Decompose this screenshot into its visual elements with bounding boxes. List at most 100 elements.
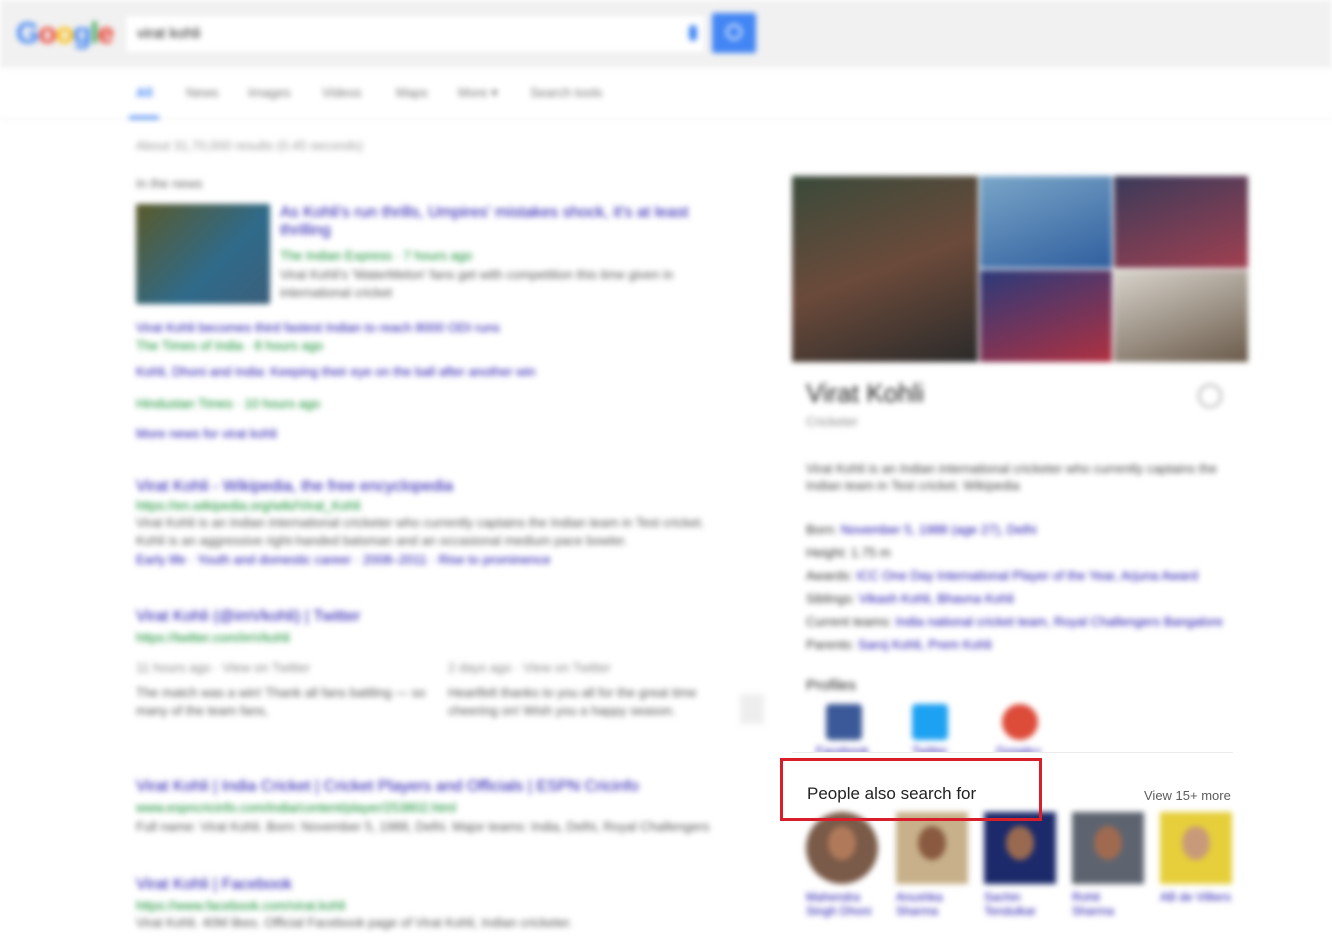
fact-row: Awards: ICC One Day International Player…: [806, 564, 1223, 587]
fact-key: Height:: [806, 545, 848, 560]
wiki-snippet: Virat Kohli is an Indian international c…: [136, 515, 705, 548]
logo-letter: o: [55, 17, 74, 50]
photo-thumb[interactable]: [1114, 270, 1248, 362]
photo-thumb[interactable]: [980, 270, 1112, 362]
tab-videos[interactable]: Videos: [322, 85, 362, 100]
search-header: Google virat kohli: [0, 0, 1332, 67]
twitter-icon[interactable]: [912, 704, 948, 740]
carousel-next-arrow[interactable]: [740, 694, 764, 724]
fact-value[interactable]: ICC One Day International Player of the …: [856, 568, 1198, 583]
news3-title-link[interactable]: Kohli, Dhoni and India: Keeping their ey…: [136, 364, 736, 379]
avatar: [1006, 826, 1034, 860]
search-query: virat kohli: [137, 25, 201, 42]
logo-letter: g: [73, 17, 91, 50]
fact-value[interactable]: November 5, 1988 (age 27), Delhi: [841, 522, 1037, 537]
avatar: [918, 826, 946, 860]
fact-key: Current teams:: [806, 614, 892, 629]
share-icon[interactable]: [1198, 384, 1222, 408]
wiki-title-link[interactable]: Virat Kohli - Wikipedia, the free encycl…: [136, 478, 453, 496]
tab-search-tools[interactable]: Search tools: [530, 85, 602, 100]
news2-title-link[interactable]: Virat Kohli becomes third fastest Indian…: [136, 320, 736, 335]
fact-value[interactable]: Saroj Kohli, Prem Kohli: [858, 637, 992, 652]
logo-letter: l: [90, 17, 98, 50]
avatar: [828, 826, 856, 860]
fact-key: Awards:: [806, 568, 853, 583]
fact-value[interactable]: India national cricket team, Royal Chall…: [896, 614, 1223, 629]
kp-description: Virat Kohli is an Indian international c…: [806, 461, 1217, 493]
fact-row: Current teams: India national cricket te…: [806, 610, 1223, 633]
tab-news[interactable]: News: [186, 85, 219, 100]
google-logo[interactable]: Google: [16, 17, 115, 51]
fact-value: 1.75 m: [850, 545, 891, 560]
news-thumbnail[interactable]: [136, 204, 270, 304]
person-avatar[interactable]: [896, 812, 968, 884]
kp-facts: Born: November 5, 1988 (age 27), Delhi H…: [806, 518, 1223, 656]
tab-images[interactable]: Images: [248, 85, 291, 100]
fact-value[interactable]: Vikash Kohli, Bhavna Kohli: [859, 591, 1014, 606]
person-avatar[interactable]: [1160, 812, 1232, 884]
kp-title: Virat Kohli: [806, 378, 925, 408]
person-avatar[interactable]: [806, 812, 878, 884]
profiles-heading: Profiles: [806, 677, 857, 694]
fact-row: Siblings: Vikash Kohli, Bhavna Kohli: [806, 587, 1223, 610]
avatar: [1094, 826, 1122, 860]
more-news-link[interactable]: More news for virat kohli: [136, 426, 277, 441]
fact-key: Parents:: [806, 637, 855, 652]
logo-letter: o: [38, 17, 56, 50]
news-snippet: Virat Kohli's 'WaterMelon' fans get with…: [280, 267, 674, 300]
logo-letter: e: [97, 17, 115, 50]
tab-maps[interactable]: Maps: [396, 85, 428, 100]
fb-title-link[interactable]: Virat Kohli | Facebook: [136, 876, 292, 894]
person-name[interactable]: Anushka Sharma: [896, 890, 968, 918]
search-input[interactable]: virat kohli: [124, 14, 706, 54]
person-name[interactable]: Rohit Sharma: [1072, 890, 1144, 918]
fact-row: Parents: Saroj Kohli, Prem Kohli: [806, 633, 1223, 656]
fact-row: Born: November 5, 1988 (age 27), Delhi: [806, 518, 1223, 541]
news-title-link[interactable]: As Kohli's run thrills, Umpires' mistake…: [280, 204, 720, 240]
person-name[interactable]: Sachin Tendulkar: [984, 890, 1056, 918]
search-tabs: All News Images Videos Maps More ▾ Searc…: [0, 67, 1332, 120]
search-icon: [726, 24, 742, 40]
wiki-url: https://en.wikipedia.org/wiki/Virat_Kohl…: [136, 498, 361, 513]
tab-more[interactable]: More ▾: [458, 85, 498, 101]
kp-subtitle: Cricketer: [806, 414, 859, 429]
section-divider: [792, 752, 1233, 753]
news-source: The Indian Express · 7 hours ago: [280, 248, 473, 263]
fact-key: Born:: [806, 522, 838, 537]
photo-thumb[interactable]: [980, 176, 1112, 268]
wiki-sitelinks[interactable]: Early life · Youth and domestic career ·…: [136, 552, 551, 567]
twitter-title-link[interactable]: Virat Kohli (@imVkohli) | Twitter: [136, 608, 360, 626]
twitter-url: https://twitter.com/imVkohli: [136, 630, 290, 645]
tweet2-time: 2 days ago · View on Twitter: [448, 660, 611, 675]
news2-source: The Times of India · 8 hours ago: [136, 338, 324, 353]
tweet1-text: The match was a win! Thank all fans batt…: [136, 685, 426, 718]
espn-snippet: Full name: Virat Kohli. Born: November 5…: [136, 819, 710, 834]
tweet2-text: Heartfelt thanks to you all for the grea…: [448, 685, 697, 718]
view-more-link[interactable]: View 15+ more: [1144, 788, 1231, 803]
tweet1-time: 11 hours ago · View on Twitter: [136, 660, 311, 675]
news3-source: Hindustan Times · 10 hours ago: [136, 396, 321, 411]
active-tab-underline: [129, 116, 159, 119]
person-avatar[interactable]: [984, 812, 1056, 884]
photo-thumb[interactable]: [1114, 176, 1248, 268]
espn-title-link[interactable]: Virat Kohli | India Cricket | Cricket Pl…: [136, 778, 736, 796]
photo-main[interactable]: [792, 176, 978, 362]
person-avatar[interactable]: [1072, 812, 1144, 884]
person-name[interactable]: Mahendra Singh Dhoni: [806, 890, 878, 918]
search-button[interactable]: [712, 13, 756, 53]
highlight-annotation-box: [780, 758, 1042, 821]
facebook-icon[interactable]: [826, 704, 862, 740]
avatar: [1182, 826, 1210, 860]
top-stories-label: In the news: [136, 176, 203, 191]
person-name[interactable]: AB de Villiers: [1160, 890, 1232, 904]
tab-all[interactable]: All: [136, 85, 153, 100]
espn-url: www.espncricinfo.com/india/content/playe…: [136, 800, 457, 815]
microphone-icon[interactable]: [689, 25, 697, 41]
result-stats: About 31,70,000 results (0.45 seconds): [136, 138, 363, 153]
knowledge-panel-photos[interactable]: [792, 176, 1248, 362]
people-carousel: Mahendra Singh Dhoni Anushka Sharma Sach…: [778, 812, 1247, 951]
fact-key: Siblings:: [806, 591, 856, 606]
google-plus-icon[interactable]: [1002, 704, 1038, 740]
fact-row: Height: 1.75 m: [806, 541, 1223, 564]
fb-snippet: Virat Kohli. 40M likes. Official Faceboo…: [136, 915, 573, 930]
